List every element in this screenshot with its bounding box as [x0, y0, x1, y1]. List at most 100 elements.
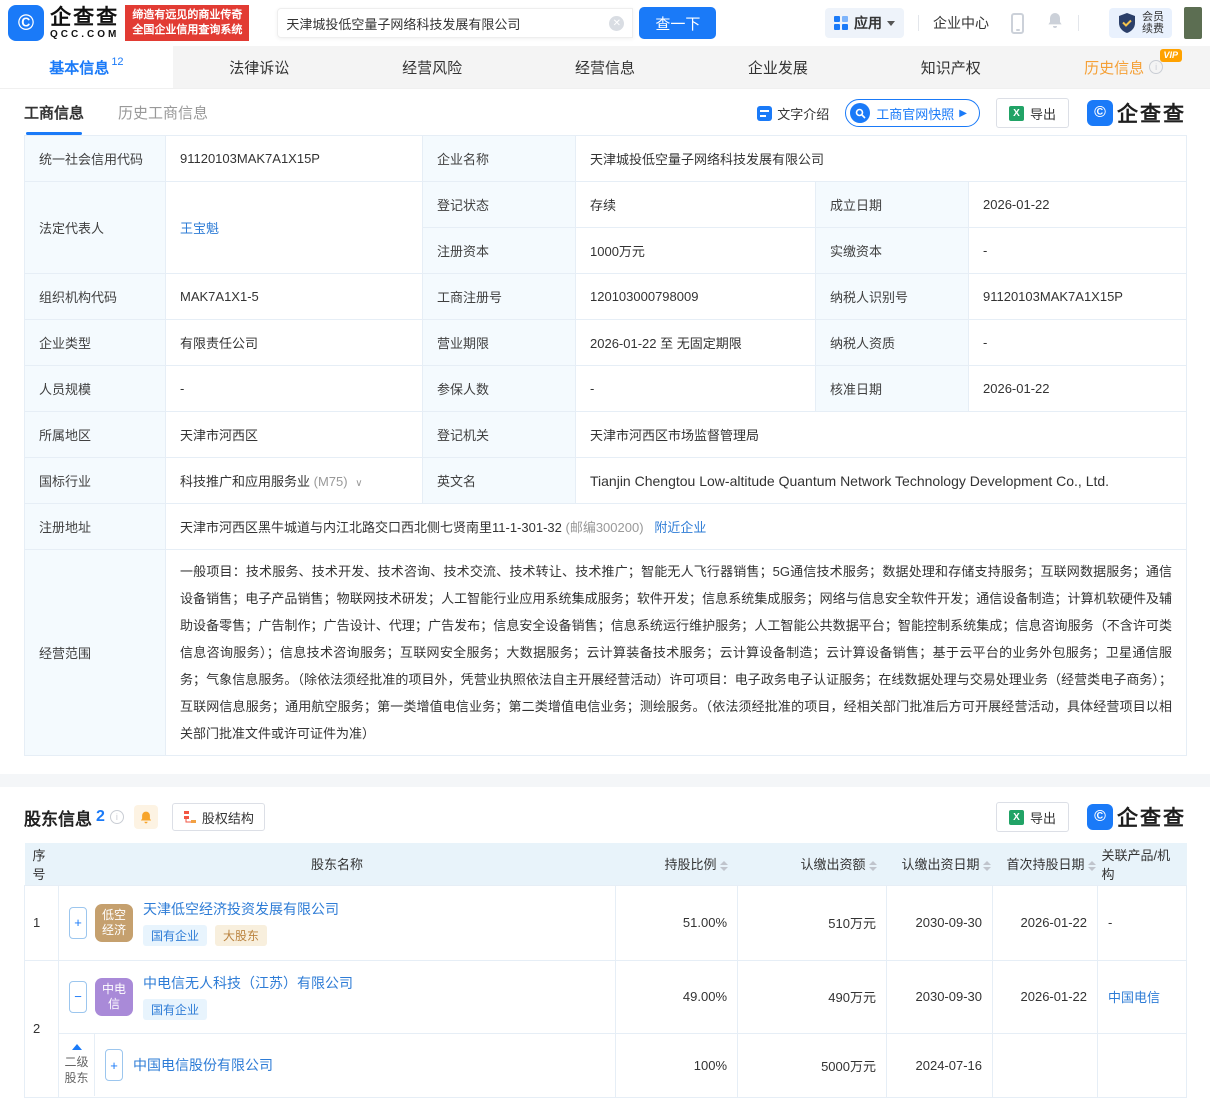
field-value: 2026-01-22	[969, 366, 1187, 412]
chevron-down-icon	[887, 21, 895, 26]
state-owned-tag: 国有企业	[143, 999, 207, 1020]
sort-icon[interactable]	[983, 861, 991, 871]
export-button[interactable]: X 导出	[996, 802, 1069, 832]
field-label: 纳税人识别号	[816, 274, 969, 320]
table-row: 企业类型 有限责任公司 营业期限 2026-01-22 至 无固定期限 纳税人资…	[25, 320, 1187, 366]
table-row: 组织机构代码 MAK7A1X1-5 工商注册号 120103000798009 …	[25, 274, 1187, 320]
col-date[interactable]: 认缴出资日期	[887, 843, 993, 885]
col-ratio[interactable]: 持股比例	[616, 843, 738, 885]
export-button[interactable]: X 导出	[996, 98, 1069, 128]
field-label: 企业名称	[423, 136, 576, 182]
search-input[interactable]	[286, 16, 609, 31]
search-box: ✕	[277, 8, 633, 38]
col-first-date[interactable]: 首次持股日期	[993, 843, 1098, 885]
slogan-line1: 缔造有远见的商业传奇	[132, 8, 242, 23]
field-label: 英文名	[423, 458, 576, 504]
date-value: 2030-09-30	[887, 960, 993, 1033]
qcc-logo[interactable]: © 企查查 QCC.COM 缔造有远见的商业传奇 全国企业信用查询系统	[8, 5, 249, 41]
enterprise-center-link[interactable]: 企业中心	[933, 13, 989, 33]
text-intro-icon	[757, 106, 772, 121]
subtab-business-info[interactable]: 工商信息	[24, 102, 84, 135]
tab-operation-risk[interactable]: 经营风险	[346, 46, 519, 88]
ratio-value: 100%	[616, 1033, 738, 1097]
field-value: -	[576, 366, 816, 412]
qcc-watermark: © 企查查	[1087, 98, 1186, 128]
arrow-right-icon: ▶	[959, 108, 967, 119]
related-product-link[interactable]: 中国电信	[1108, 990, 1160, 1005]
shareholders-table: 序号 股东名称 持股比例 认缴出资额 认缴出资日期 首次持股日期 关联产品/机构…	[24, 843, 1187, 1098]
legal-rep-link[interactable]: 王宝魁	[180, 221, 219, 236]
field-value: 91120103MAK7A1X15P	[969, 274, 1187, 320]
shareholders-section: 股东信息 2 i 股权结构 X 导出 © 企查查	[0, 787, 1210, 1098]
equity-structure-button[interactable]: 股权结构	[172, 803, 265, 831]
field-value: 2026-01-22	[969, 182, 1187, 228]
top-bar: © 企查查 QCC.COM 缔造有远见的商业传奇 全国企业信用查询系统 ✕ 查一…	[0, 0, 1210, 46]
official-snapshot-button[interactable]: 工商官网快照 ▶	[845, 99, 980, 127]
member-renew-button[interactable]: 会员 续费	[1109, 8, 1172, 38]
notification-bell-icon[interactable]	[1046, 11, 1064, 35]
table-row: 统一社会信用代码 91120103MAK7A1X15P 企业名称 天津城投低空量…	[25, 136, 1187, 182]
table-header-row: 序号 股东名称 持股比例 认缴出资额 认缴出资日期 首次持股日期 关联产品/机构	[25, 843, 1187, 885]
row-index: 2	[25, 960, 59, 1097]
tab-legal[interactable]: 法律诉讼	[173, 46, 346, 88]
triangle-up-icon[interactable]	[72, 1044, 82, 1050]
shareholder-name-link[interactable]: 天津低空经济投资发展有限公司	[143, 901, 339, 917]
ratio-value: 51.00%	[616, 885, 738, 960]
mobile-app-icon[interactable]	[1011, 13, 1024, 34]
field-label: 企业类型	[25, 320, 166, 366]
table-row: 人员规模 - 参保人数 - 核准日期 2026-01-22	[25, 366, 1187, 412]
field-value: -	[166, 366, 423, 412]
info-circle-icon[interactable]: i	[110, 810, 124, 824]
col-related: 关联产品/机构	[1098, 843, 1187, 885]
sub-shareholder-name-link[interactable]: 中国电信股份有限公司	[133, 1055, 273, 1075]
ratio-value: 49.00%	[616, 960, 738, 1033]
user-avatar[interactable]	[1184, 7, 1202, 39]
col-amount[interactable]: 认缴出资额	[738, 843, 887, 885]
field-label: 实缴资本	[816, 228, 969, 274]
shareholder-name-link[interactable]: 中电信无人科技（江苏）有限公司	[143, 975, 353, 991]
sort-icon[interactable]	[720, 861, 728, 871]
related-value	[1098, 1033, 1187, 1097]
field-value: MAK7A1X1-5	[166, 274, 423, 320]
shareholder-row: 2 − 中电信 中电信无人科技（江苏）有限公司 国有企业 49.00% 490万…	[25, 960, 1187, 1033]
monitor-bell-icon[interactable]	[134, 805, 158, 829]
text-intro-button[interactable]: 文字介绍	[757, 104, 829, 123]
collapse-minus-icon[interactable]: −	[69, 981, 87, 1013]
field-label: 登记机关	[423, 412, 576, 458]
chevron-down-icon: ∨	[355, 478, 362, 489]
col-index: 序号	[25, 843, 59, 885]
expand-plus-icon[interactable]: +	[105, 1049, 123, 1081]
field-value: 2026-01-22 至 无固定期限	[576, 320, 816, 366]
field-value: 王宝魁	[166, 182, 423, 274]
related-value: 中国电信	[1098, 960, 1187, 1033]
field-value[interactable]: 科技推广和应用服务业 (M75) ∨	[166, 458, 423, 504]
field-value: Tianjin Chengtou Low-altitude Quantum Ne…	[576, 458, 1187, 504]
sub-level-label: 二级 股东	[59, 1034, 95, 1096]
divider	[918, 15, 919, 31]
subtab-history-business-info[interactable]: 历史工商信息	[118, 102, 208, 135]
nearby-companies-link[interactable]: 附近企业	[654, 520, 706, 535]
tab-company-development[interactable]: 企业发展	[691, 46, 864, 88]
tab-history-info[interactable]: VIP 历史信息 i	[1037, 46, 1210, 88]
logo-domain: QCC.COM	[50, 29, 119, 40]
sort-icon[interactable]	[1088, 861, 1096, 871]
tab-intellectual-property[interactable]: 知识产权	[864, 46, 1037, 88]
search-clear-icon[interactable]: ✕	[609, 16, 624, 31]
shareholder-avatar: 中电信	[95, 978, 133, 1016]
vip-shield-icon	[1117, 12, 1137, 34]
field-value: 天津市河西区市场监督管理局	[576, 412, 1187, 458]
first-date-value: 2026-01-22	[993, 885, 1098, 960]
tab-basic-info[interactable]: 基本信息 12	[0, 46, 173, 88]
qcc-watermark-icon: ©	[1087, 804, 1113, 830]
field-label: 成立日期	[816, 182, 969, 228]
field-value: -	[969, 320, 1187, 366]
search-button[interactable]: 查一下	[639, 7, 716, 39]
tab-operation-info[interactable]: 经营信息	[519, 46, 692, 88]
apps-menu-button[interactable]: 应用	[825, 8, 904, 38]
field-label: 法定代表人	[25, 182, 166, 274]
sort-icon[interactable]	[869, 861, 877, 871]
state-owned-tag: 国有企业	[143, 925, 207, 946]
field-value: 1000万元	[576, 228, 816, 274]
expand-plus-icon[interactable]: +	[69, 907, 87, 939]
divider	[1078, 15, 1079, 31]
